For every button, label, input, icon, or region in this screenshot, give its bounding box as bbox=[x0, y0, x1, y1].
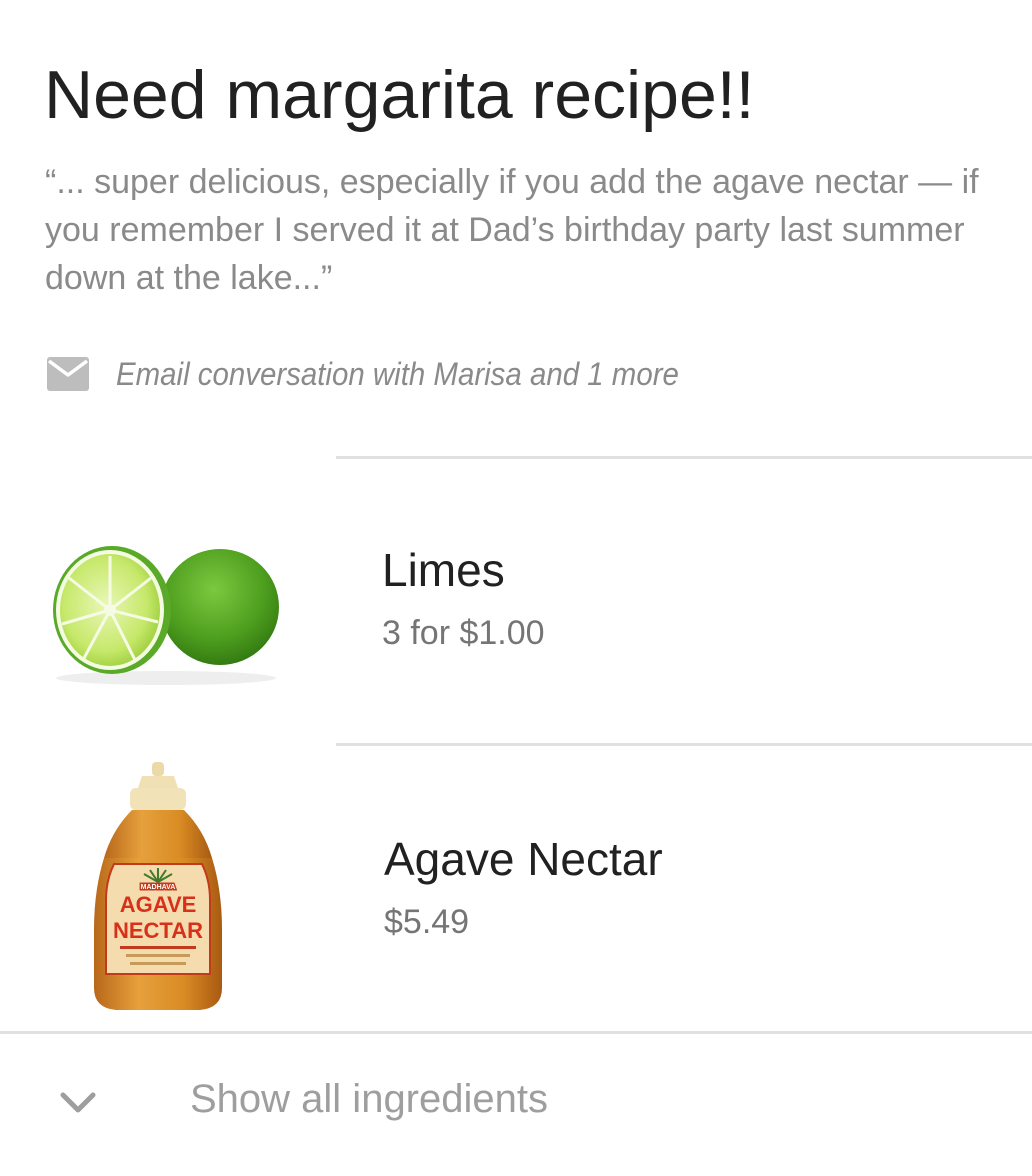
agave-label-line2: NECTAR bbox=[113, 918, 203, 943]
ingredient-name: Limes bbox=[382, 544, 505, 596]
email-source-text: Email conversation with Marisa and 1 mor… bbox=[116, 355, 679, 392]
agave-label-line1: AGAVE bbox=[120, 892, 197, 917]
ingredient-name: Agave Nectar bbox=[384, 833, 663, 885]
agave-bottle-image: MADHAVA AGAVE NECTAR bbox=[92, 760, 224, 1012]
show-all-ingredients-button[interactable]: Show all ingredients bbox=[0, 1035, 1032, 1176]
agave-label-brand: MADHAVA bbox=[141, 884, 176, 891]
ingredient-price: $5.49 bbox=[384, 903, 470, 941]
email-source[interactable]: Email conversation with Marisa and 1 mor… bbox=[46, 346, 728, 402]
card-title: Need margarita recipe!! bbox=[44, 57, 755, 133]
mail-icon bbox=[46, 356, 90, 392]
recipe-card: Need margarita recipe!! “... super delic… bbox=[0, 0, 1032, 1176]
ingredient-price: 3 for $1.00 bbox=[382, 614, 545, 652]
divider bbox=[336, 743, 1032, 746]
chevron-down-icon bbox=[58, 1085, 98, 1125]
show-all-ingredients-label: Show all ingredients bbox=[190, 1077, 548, 1121]
limes-image bbox=[47, 520, 285, 685]
email-snippet: “... super delicious, especially if you … bbox=[45, 163, 979, 297]
footer-divider bbox=[0, 1031, 1032, 1034]
divider bbox=[336, 456, 1032, 459]
